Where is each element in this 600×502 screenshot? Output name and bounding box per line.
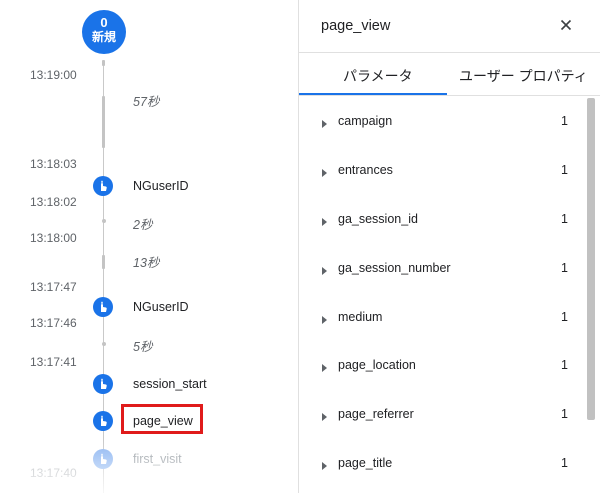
gap-dot bbox=[102, 342, 106, 346]
timestamp: 13:17:40 bbox=[30, 466, 77, 480]
timeline-event-label[interactable]: NGuserID bbox=[133, 300, 189, 314]
event-timeline-panel: 0 新規 13:19:00 13:18:03 13:18:02 13:18:00… bbox=[0, 0, 298, 493]
parameter-row[interactable]: entrances 1 bbox=[299, 163, 584, 209]
timestamp: 13:17:47 bbox=[30, 280, 77, 294]
timeline-event-label[interactable]: NGuserID bbox=[133, 179, 189, 193]
parameter-count: 1 bbox=[561, 163, 568, 177]
timestamp: 13:19:00 bbox=[30, 68, 77, 82]
parameter-name: page_referrer bbox=[338, 407, 414, 421]
tab-parameters[interactable]: パラメータ bbox=[343, 66, 413, 86]
gap-dot bbox=[102, 219, 106, 223]
divider bbox=[299, 52, 600, 53]
expand-arrow-icon[interactable] bbox=[322, 218, 327, 226]
parameter-row[interactable]: page_location 1 bbox=[299, 358, 584, 404]
parameter-name: ga_session_number bbox=[338, 261, 451, 275]
parameter-row[interactable]: page_title 1 bbox=[299, 456, 584, 502]
parameter-row[interactable]: campaign 1 bbox=[299, 114, 584, 160]
parameter-name: page_title bbox=[338, 456, 393, 470]
timeline-event-label[interactable]: first_visit bbox=[133, 452, 182, 466]
parameter-count: 1 bbox=[561, 261, 568, 275]
parameter-row[interactable]: ga_session_number 1 bbox=[299, 261, 584, 307]
timestamp: 13:18:02 bbox=[30, 195, 77, 209]
close-icon[interactable] bbox=[555, 14, 577, 36]
event-detail-title: page_view bbox=[321, 18, 391, 34]
parameter-row[interactable]: page_referrer 1 bbox=[299, 407, 584, 453]
timestamp: 13:17:46 bbox=[30, 316, 77, 330]
parameter-count: 1 bbox=[561, 310, 568, 324]
selected-event-highlight bbox=[121, 404, 203, 434]
parameter-row[interactable]: medium 1 bbox=[299, 310, 584, 356]
timestamp: 13:18:03 bbox=[30, 157, 77, 171]
new-user-label: 新規 bbox=[91, 30, 116, 44]
event-detail-panel: page_view パラメータ ユーザー プロパティ campaign 1 en… bbox=[298, 0, 600, 493]
expand-arrow-icon[interactable] bbox=[322, 413, 327, 421]
parameter-count: 1 bbox=[561, 407, 568, 421]
timeline-event-label[interactable]: session_start bbox=[133, 377, 207, 391]
scrollbar-thumb[interactable] bbox=[587, 98, 595, 420]
parameter-count: 1 bbox=[561, 456, 568, 470]
pointer-hand-icon[interactable] bbox=[93, 374, 113, 394]
pointer-hand-icon[interactable] bbox=[93, 449, 113, 469]
tab-user-properties[interactable]: ユーザー プロパティ bbox=[459, 66, 588, 86]
gap-segment bbox=[102, 255, 105, 269]
timestamp: 13:17:41 bbox=[30, 355, 77, 369]
expand-arrow-icon[interactable] bbox=[322, 120, 327, 128]
time-gap-label: 57秒 bbox=[133, 95, 160, 109]
divider bbox=[299, 95, 600, 96]
expand-arrow-icon[interactable] bbox=[322, 267, 327, 275]
new-user-count: 0 bbox=[100, 15, 108, 30]
parameter-count: 1 bbox=[561, 212, 568, 226]
parameter-name: ga_session_id bbox=[338, 212, 418, 226]
expand-arrow-icon[interactable] bbox=[322, 462, 327, 470]
parameter-row[interactable]: ga_session_id 1 bbox=[299, 212, 584, 258]
parameter-name: entrances bbox=[338, 163, 393, 177]
new-user-badge[interactable]: 0 新規 bbox=[82, 10, 126, 54]
pointer-hand-icon[interactable] bbox=[93, 297, 113, 317]
time-gap-label: 2秒 bbox=[133, 218, 153, 232]
pointer-hand-icon[interactable] bbox=[93, 411, 113, 431]
expand-arrow-icon[interactable] bbox=[322, 316, 327, 324]
parameter-count: 1 bbox=[561, 358, 568, 372]
parameter-name: campaign bbox=[338, 114, 393, 128]
time-gap-label: 13秒 bbox=[133, 256, 160, 270]
pointer-hand-icon[interactable] bbox=[93, 176, 113, 196]
timestamp: 13:18:00 bbox=[30, 231, 77, 245]
gap-segment bbox=[102, 60, 105, 66]
parameter-count: 1 bbox=[561, 114, 568, 128]
parameter-name: medium bbox=[338, 310, 383, 324]
time-gap-label: 5秒 bbox=[133, 340, 153, 354]
expand-arrow-icon[interactable] bbox=[322, 364, 327, 372]
parameter-name: page_location bbox=[338, 358, 416, 372]
gap-segment bbox=[102, 96, 105, 148]
expand-arrow-icon[interactable] bbox=[322, 169, 327, 177]
